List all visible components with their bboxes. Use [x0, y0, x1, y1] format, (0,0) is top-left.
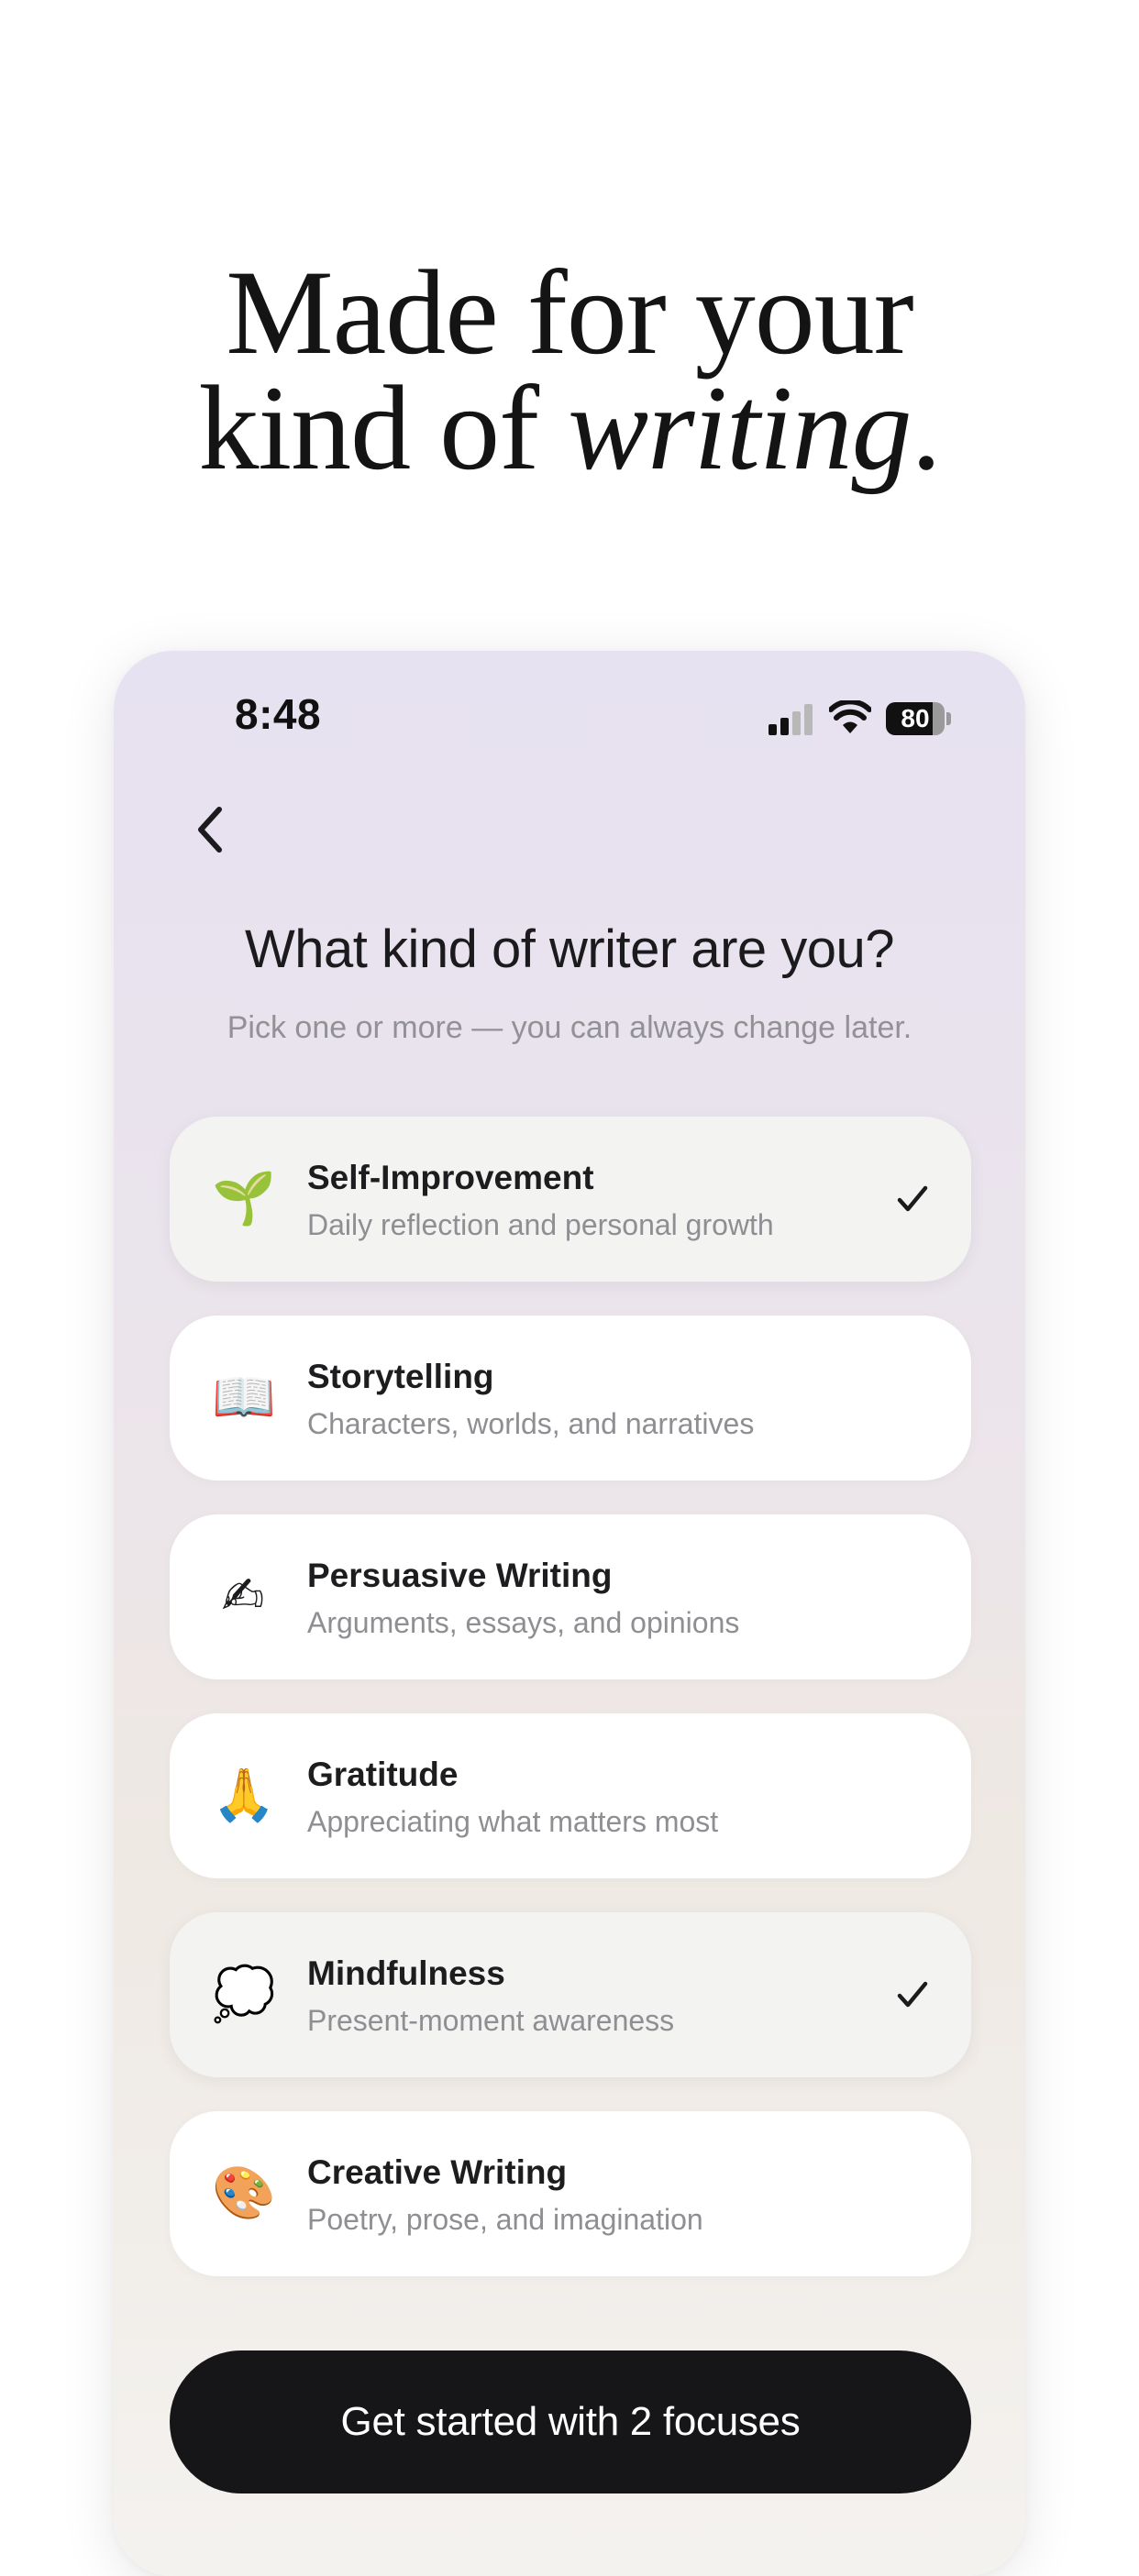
- option-description: Present-moment awareness: [307, 2004, 675, 2037]
- option-title: Persuasive Writing: [307, 1557, 613, 1594]
- option-description: Poetry, prose, and imagination: [307, 2203, 703, 2236]
- focus-options-list: 🌱 Self-Improvement Daily reflection and …: [170, 1117, 971, 2310]
- hero-headline: Made for your kind of writing.: [0, 245, 1139, 489]
- battery-level: 80: [901, 704, 930, 732]
- hero-line-2-emphasis: writing: [568, 360, 912, 495]
- option-description: Daily reflection and personal growth: [307, 1208, 774, 1241]
- chevron-left-icon: [198, 807, 222, 853]
- wifi-icon: [829, 700, 871, 733]
- option-gratitude[interactable]: 🙏 Gratitude Appreciating what matters mo…: [170, 1713, 971, 1878]
- writing-hand-icon: ✍: [221, 1567, 265, 1626]
- seedling-icon: 🌱: [212, 1169, 276, 1228]
- status-time: 8:48: [235, 690, 322, 738]
- option-title: Creative Writing: [307, 2153, 568, 2191]
- artist-palette-icon: 🎨: [212, 2163, 276, 2223]
- open-book-icon: 📖: [212, 1368, 276, 1427]
- option-self-improvement[interactable]: 🌱 Self-Improvement Daily reflection and …: [170, 1117, 971, 1282]
- hero-line-2-prefix: kind of: [198, 360, 569, 495]
- option-persuasive-writing[interactable]: ✍ Persuasive Writing Arguments, essays, …: [170, 1514, 971, 1679]
- get-started-button[interactable]: Get started with 2 focuses: [170, 2350, 971, 2493]
- option-title: Mindfulness: [307, 1954, 505, 1992]
- hero-line-1: Made for your: [226, 245, 913, 380]
- battery-tip: [946, 712, 951, 725]
- option-title: Self-Improvement: [307, 1159, 594, 1196]
- signal-icon: [769, 704, 813, 735]
- hero-line-2: kind of writing.: [0, 368, 1139, 489]
- option-description: Characters, worlds, and narratives: [307, 1407, 755, 1440]
- option-description: Arguments, essays, and opinions: [307, 1606, 740, 1639]
- option-storytelling[interactable]: 📖 Storytelling Characters, worlds, and n…: [170, 1316, 971, 1481]
- status-bar: 8:48 80: [114, 651, 1025, 798]
- battery-icon: 80: [886, 702, 952, 735]
- hero-line-2-suffix: .: [911, 360, 942, 495]
- checkmark-icon: [897, 1185, 928, 1212]
- folded-hands-icon: 🙏: [212, 1766, 276, 1825]
- option-description: Appreciating what matters most: [307, 1805, 719, 1838]
- screen-title: What kind of writer are you?: [244, 919, 895, 979]
- back-button[interactable]: [169, 788, 251, 871]
- phone-mockup: 8:48 80 What kind of writer are you? Pic…: [114, 651, 1025, 2576]
- thought-bubble-icon: 💭: [212, 1965, 276, 2024]
- checkmark-icon: [897, 1981, 928, 2008]
- option-title: Gratitude: [307, 1756, 459, 1793]
- screen-subtitle: Pick one or more — you can always change…: [227, 1010, 912, 1045]
- option-title: Storytelling: [307, 1358, 494, 1395]
- option-mindfulness[interactable]: 💭 Mindfulness Present-moment awareness: [170, 1912, 971, 2077]
- option-creative-writing[interactable]: 🎨 Creative Writing Poetry, prose, and im…: [170, 2111, 971, 2276]
